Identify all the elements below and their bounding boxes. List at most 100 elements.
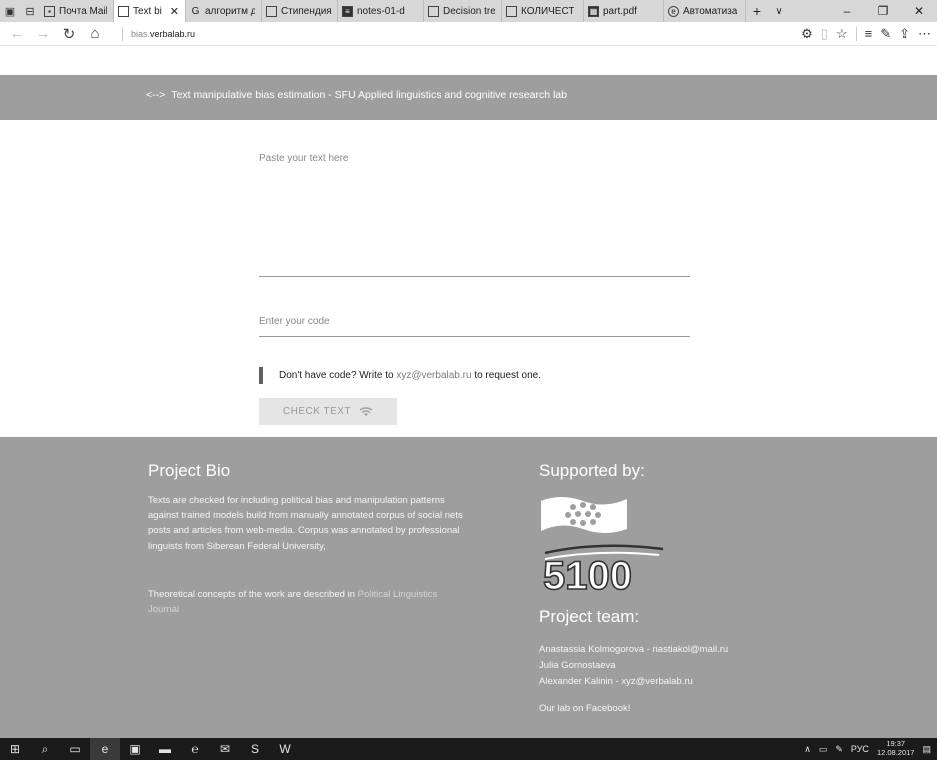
forward-arrow-icon[interactable]: →	[30, 25, 56, 42]
home-icon[interactable]: ⌂	[82, 25, 108, 42]
supported-by-title: Supported by:	[539, 461, 645, 480]
store-icon[interactable]: ▣	[120, 738, 150, 760]
back-tabs-icon[interactable]: ⊟	[20, 0, 40, 22]
tab-algorithm[interactable]: G алгоритм д	[186, 0, 262, 22]
request-email-link[interactable]: xyz@verbalab.ru	[396, 370, 471, 381]
ie-icon[interactable]: ℮	[180, 738, 210, 760]
window-controls: – ❐ ✕	[829, 4, 937, 18]
tab-label: Почта Mail	[59, 5, 107, 17]
toolbar-divider	[855, 26, 857, 41]
refresh-icon[interactable]: ↻	[56, 25, 82, 43]
tab-part-pdf[interactable]: ▦ part.pdf	[584, 0, 664, 22]
mail-taskbar-icon[interactable]: ✉	[210, 738, 240, 760]
restore-icon[interactable]: ❐	[865, 4, 901, 18]
windows-start-icon[interactable]: ⊞	[0, 738, 30, 760]
site-title[interactable]: <--> Text manipulative bias estimation -…	[146, 89, 567, 101]
minimize-icon[interactable]: –	[829, 4, 865, 18]
skype-icon[interactable]: S	[240, 738, 270, 760]
language-indicator[interactable]: РУС	[851, 744, 869, 754]
team-member: Julia Gornostaeva	[539, 660, 616, 672]
google-icon: G	[191, 5, 200, 17]
facebook-link[interactable]: Our lab on Facebook!	[539, 703, 630, 714]
chevron-down-icon[interactable]: ∨	[768, 6, 790, 17]
tab-label: notes-01-d	[357, 5, 405, 17]
word-icon[interactable]: W	[270, 738, 300, 760]
reading-view-icon[interactable]: ▯	[821, 26, 828, 42]
clock[interactable]: 19:37 12.08.2017	[877, 740, 915, 757]
tab-sets-icon[interactable]: ▣	[0, 0, 20, 22]
logo-5100-text: 5100	[543, 554, 632, 593]
tab-label: Text bia	[133, 5, 162, 17]
toolbar-right: ⚙ ▯ ☆ ≡ ✎ ⇪ ⋯	[801, 26, 937, 42]
tab-stipend[interactable]: Стипендия	[262, 0, 338, 22]
tab-label: алгоритм д	[205, 5, 255, 17]
chevron-up-icon[interactable]: ∧	[804, 744, 811, 755]
notice-suffix: to request one.	[471, 370, 542, 381]
task-view-icon[interactable]: ▭	[60, 738, 90, 760]
check-text-button[interactable]: CHECK TEXT	[259, 398, 397, 425]
close-window-icon[interactable]: ✕	[901, 4, 937, 18]
tab-automation[interactable]: e Автоматиза	[664, 0, 746, 22]
check-text-label: CHECK TEXT	[282, 406, 352, 417]
team-member: Alexander Kalinin - xyz@verbalab.ru	[539, 676, 693, 688]
windows-taskbar: ⊞ ⌕ ▭ e ▣ ▬ ℮ ✉ S W ∧ ▭ ✎ РУС 19:37 12.0…	[0, 738, 937, 760]
tab-text-bias[interactable]: Text bia ✕	[114, 0, 186, 22]
tab-notes[interactable]: ≡ notes-01-d	[338, 0, 424, 22]
pdf-icon: ▦	[588, 5, 599, 17]
folder-icon[interactable]: ▬	[150, 738, 180, 760]
browser-window: ▣ ⊟ ▪ Почта Mail Text bia ✕ G алгоритм д…	[0, 0, 937, 760]
pen-icon[interactable]: ✎	[835, 744, 843, 755]
tab-label: part.pdf	[603, 5, 637, 17]
concepts-prefix: Theoretical concepts of the work are des…	[148, 589, 358, 600]
site-header: <--> Text manipulative bias estimation -…	[0, 75, 937, 120]
web-note-icon[interactable]: ✎	[880, 26, 891, 42]
page-icon	[506, 5, 517, 17]
code-request-notice: Don't have code? Write to xyz@verbalab.r…	[259, 367, 541, 384]
tab-label: Decision tre	[443, 5, 495, 17]
concepts-text: Theoretical concepts of the work are des…	[148, 587, 470, 617]
tab-mail[interactable]: ▪ Почта Mail	[40, 0, 114, 22]
tab-decision-tree[interactable]: Decision tre	[424, 0, 502, 22]
clock-date: 12.08.2017	[876, 748, 915, 757]
system-tray: ∧ ▭ ✎ РУС 19:37 12.08.2017 ▤	[804, 740, 937, 757]
search-icon[interactable]: ⌕	[30, 738, 60, 760]
hub-icon[interactable]: ≡	[865, 26, 873, 41]
new-tab-icon[interactable]: +	[746, 3, 768, 19]
text-input-placeholder: Paste your text here	[259, 153, 349, 164]
url-subdomain: bias.	[131, 28, 151, 39]
site-logo: <-->	[146, 89, 166, 101]
code-input[interactable]: Enter your code	[259, 311, 690, 337]
share-icon[interactable]: ⇪	[899, 26, 910, 42]
project-bio-title: Project Bio	[148, 461, 231, 480]
wifi-icon	[359, 406, 373, 416]
tab-label: КОЛИЧЕСТ	[521, 5, 575, 17]
extension-icon[interactable]: ⚙	[801, 26, 813, 42]
back-arrow-icon[interactable]: ←	[4, 25, 30, 42]
site-title-text: Text manipulative bias estimation - SFU …	[171, 89, 567, 101]
mail-icon: ▪	[44, 5, 55, 17]
favorite-star-icon[interactable]: ☆	[836, 26, 848, 42]
project-bio-text: Texts are checked for including politica…	[148, 495, 463, 552]
more-icon[interactable]: ⋯	[918, 26, 931, 42]
team-member: Anastassia Kolmogorova - nastiakol@mail.…	[539, 644, 729, 655]
edge-icon: e	[668, 5, 679, 17]
edge-taskbar-icon[interactable]: e	[90, 738, 120, 760]
url-field[interactable]: bias.verbalab.ru	[122, 26, 196, 41]
tab-label: Стипендия	[281, 5, 331, 17]
site-footer: Project Bio Texts are checked for includ…	[0, 437, 937, 738]
address-bar: ← → ↻ ⌂ bias.verbalab.ru ⚙ ▯ ☆ ≡ ✎ ⇪ ⋯	[0, 22, 937, 46]
notice-prefix: Don't have code? Write to	[279, 370, 397, 381]
code-input-placeholder: Enter your code	[259, 316, 330, 327]
doc-icon	[266, 5, 277, 17]
tab-label: Автоматиза	[683, 5, 738, 17]
tab-quantity[interactable]: КОЛИЧЕСТ	[502, 0, 584, 22]
close-tab-icon[interactable]: ✕	[170, 5, 179, 18]
notifications-icon[interactable]: ▤	[922, 744, 931, 755]
tab-strip: ▣ ⊟ ▪ Почта Mail Text bia ✕ G алгоритм д…	[0, 0, 937, 22]
page-icon	[428, 5, 439, 17]
sfu-flag-logo	[541, 497, 627, 533]
network-icon[interactable]: ▭	[819, 744, 828, 755]
text-input[interactable]: Paste your text here	[259, 148, 690, 277]
page-icon	[118, 5, 129, 17]
url-domain: verbalab.ru	[150, 28, 196, 39]
